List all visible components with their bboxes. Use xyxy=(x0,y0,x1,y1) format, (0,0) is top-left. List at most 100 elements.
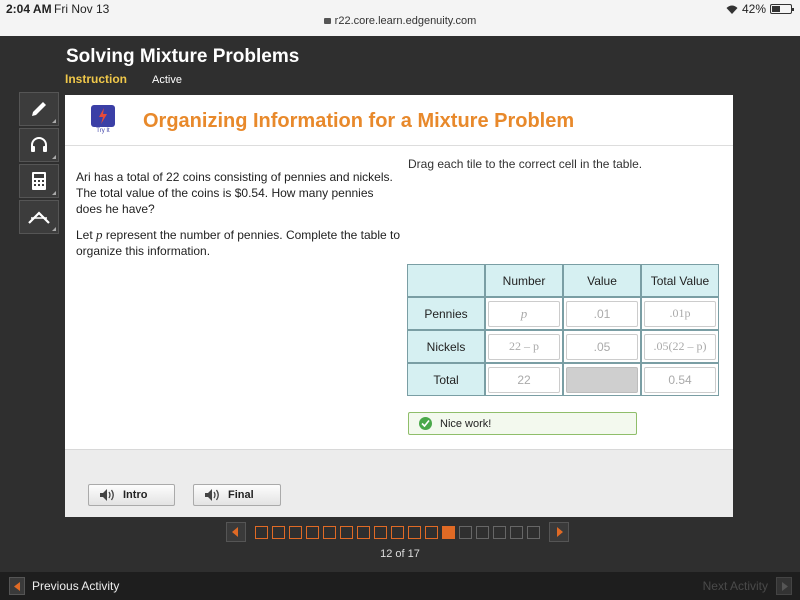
table-header-number: Number xyxy=(485,264,563,297)
next-activity-button[interactable] xyxy=(776,577,792,595)
page-square-6[interactable] xyxy=(340,525,353,539)
page-square-2[interactable] xyxy=(272,525,285,539)
battery-fill xyxy=(772,6,780,12)
table-row: Total 22 0.54 xyxy=(407,363,719,396)
next-page-button[interactable] xyxy=(549,522,569,542)
page-square-4[interactable] xyxy=(306,525,319,539)
pencil-icon xyxy=(32,102,46,116)
page-square-10[interactable] xyxy=(408,525,421,539)
page-square-5[interactable] xyxy=(323,525,336,539)
next-activity-label[interactable]: Next Activity xyxy=(703,579,768,593)
try-it-label: Try It xyxy=(96,128,110,134)
feedback-banner: Nice work! xyxy=(408,412,637,435)
try-it-logo: Try It xyxy=(91,105,115,139)
page-square-12[interactable] xyxy=(442,525,455,539)
wifi-icon xyxy=(726,5,738,14)
drop-cell[interactable]: 22 xyxy=(485,363,563,396)
status-date: Fri Nov 13 xyxy=(54,2,110,16)
previous-activity-label[interactable]: Previous Activity xyxy=(32,579,119,593)
page-square-7[interactable] xyxy=(357,525,370,539)
address-bar[interactable]: r22.core.learn.edgenuity.com xyxy=(0,15,800,27)
table-header-value: Value xyxy=(563,264,641,297)
answer-tile[interactable]: .01p xyxy=(644,300,716,327)
drop-cell[interactable]: 22 – p xyxy=(485,330,563,363)
speaker-icon xyxy=(100,489,114,501)
url-text: r22.core.learn.edgenuity.com xyxy=(334,15,477,27)
drop-cell[interactable]: 0.54 xyxy=(641,363,719,396)
calculator-icon xyxy=(32,172,46,190)
page-square-16[interactable] xyxy=(510,525,523,539)
bottom-nav-bar: Previous Activity Next Activity xyxy=(0,572,800,600)
answer-tile[interactable]: .01 xyxy=(566,300,638,327)
problem-text: Ari has a total of 22 coins consisting o… xyxy=(76,170,393,216)
problem-statement: Ari has a total of 22 coins consisting o… xyxy=(76,169,401,269)
tile-text: .01p xyxy=(669,306,691,320)
intro-audio-button[interactable]: Intro xyxy=(88,484,175,506)
drop-cell[interactable]: .05(22 – p) xyxy=(641,330,719,363)
formula-tool-button[interactable] xyxy=(19,200,59,234)
row-label-pennies: Pennies xyxy=(407,297,485,330)
page-navigator xyxy=(226,522,569,542)
answer-tile[interactable]: .05(22 – p) xyxy=(644,333,716,360)
chevron-right-icon xyxy=(557,527,563,537)
activity-title: Organizing Information for a Mixture Pro… xyxy=(143,110,575,132)
row-label-total: Total xyxy=(407,363,485,396)
calculator-tool-button[interactable] xyxy=(19,164,59,198)
drop-cell[interactable]: .01p xyxy=(641,297,719,330)
battery-percent: 42% xyxy=(741,2,766,16)
answer-tile[interactable]: 22 xyxy=(488,366,560,393)
row-label-nickels: Nickels xyxy=(407,330,485,363)
chevron-left-icon xyxy=(13,581,20,591)
answer-tile[interactable]: 0.54 xyxy=(644,366,716,393)
pencil-tool-button[interactable] xyxy=(19,92,59,126)
lesson-title: Solving Mixture Problems xyxy=(66,46,300,67)
final-label: Final xyxy=(228,489,254,501)
intro-label: Intro xyxy=(123,489,148,501)
page-square-15[interactable] xyxy=(493,525,506,539)
page-square-14[interactable] xyxy=(476,525,489,539)
page-squares xyxy=(255,525,544,539)
feedback-text: Nice work! xyxy=(440,417,492,430)
mixture-table: Number Value Total Value Pennies p .01 .… xyxy=(407,264,719,396)
audio-tool-button[interactable] xyxy=(19,128,59,162)
drop-cell[interactable]: .01 xyxy=(563,297,641,330)
problem-prompt: Let p represent the number of pennies. C… xyxy=(76,227,401,259)
drag-instruction: Drag each tile to the correct cell in th… xyxy=(408,157,643,171)
page-square-1[interactable] xyxy=(255,525,268,539)
answer-tile[interactable]: 22 – p xyxy=(488,333,560,360)
page-count: 12 of 17 xyxy=(380,548,420,560)
answer-tile[interactable]: p xyxy=(488,300,560,327)
prompt-before: Let xyxy=(76,228,97,242)
prompt-after: represent the number of pennies. Complet… xyxy=(76,228,401,258)
tab-instruction[interactable]: Instruction xyxy=(65,72,127,86)
page-square-8[interactable] xyxy=(374,525,387,539)
title-divider xyxy=(65,145,733,146)
page-square-9[interactable] xyxy=(391,525,404,539)
disabled-tile xyxy=(566,366,638,393)
prev-page-button[interactable] xyxy=(226,522,246,542)
page-square-13[interactable] xyxy=(459,525,472,539)
answer-tile[interactable]: .05 xyxy=(566,333,638,360)
drop-cell[interactable]: p xyxy=(485,297,563,330)
lightning-icon xyxy=(99,108,107,124)
panel-footer: Intro Final xyxy=(65,449,733,517)
chevron-right-icon xyxy=(781,581,788,591)
check-icon xyxy=(419,417,432,430)
final-audio-button[interactable]: Final xyxy=(193,484,281,506)
page-square-11[interactable] xyxy=(425,525,438,539)
table-header-corner xyxy=(407,264,485,297)
page-square-3[interactable] xyxy=(289,525,302,539)
table-header-row: Number Value Total Value xyxy=(407,264,719,297)
status-right: 42% xyxy=(726,2,794,16)
speaker-icon xyxy=(205,489,219,501)
previous-activity-button[interactable] xyxy=(9,577,25,595)
table-row: Nickels 22 – p .05 .05(22 – p) xyxy=(407,330,719,363)
status-bar: 2:04 AM Fri Nov 13 r22.core.learn.edgenu… xyxy=(0,0,800,36)
activity-panel: Try It Organizing Information for a Mixt… xyxy=(65,95,733,517)
chevron-left-icon xyxy=(232,527,238,537)
status-time: 2:04 AM xyxy=(6,2,52,16)
page-square-17[interactable] xyxy=(527,525,540,539)
tool-sidebar xyxy=(19,92,59,236)
drop-cell[interactable]: .05 xyxy=(563,330,641,363)
formula-icon xyxy=(28,211,50,224)
